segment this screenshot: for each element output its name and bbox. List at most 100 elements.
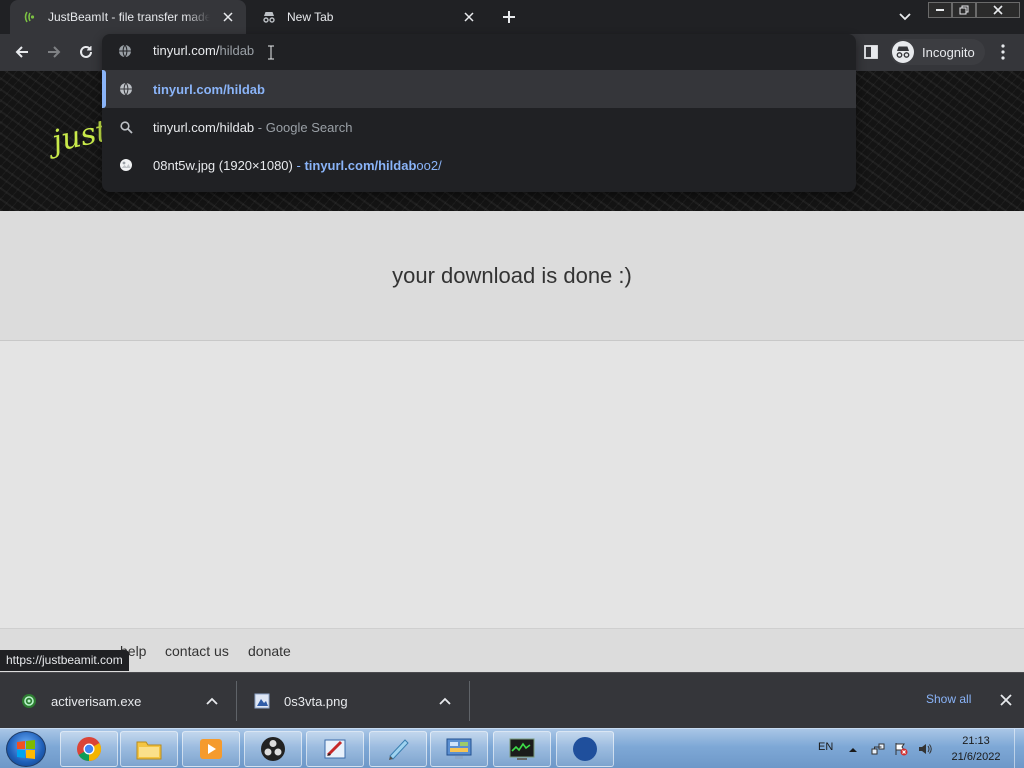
volume-icon[interactable] — [918, 742, 932, 756]
download-filename: 0s3vta.png — [284, 693, 348, 709]
omnibox-dropdown: tinyurl.com/hildab tinyurl.com/hildab ti… — [102, 34, 856, 192]
page-body — [0, 341, 1024, 628]
minimize-icon — [936, 9, 944, 11]
status-band: your download is done :) — [0, 211, 1024, 341]
site-footer: help contact us donate — [0, 628, 1024, 672]
obs-icon — [261, 737, 285, 761]
network-icon[interactable] — [871, 742, 885, 756]
taskbar-media-player[interactable] — [182, 731, 240, 767]
incognito-tab-icon — [261, 9, 277, 25]
clock-time[interactable]: 21:13 — [948, 735, 1004, 747]
reload-icon — [80, 45, 92, 58]
download-filename: activerisam.exe — [51, 693, 142, 709]
close-icon — [993, 5, 1003, 15]
clock-date[interactable]: 21/6/2022 — [944, 751, 1008, 763]
chevron-up-icon[interactable] — [437, 693, 453, 709]
taskbar-task-manager[interactable] — [493, 731, 551, 767]
tab-strip: JustBeamIt - file transfer made easy New… — [0, 0, 1024, 34]
chrome-icon — [77, 737, 102, 761]
address-input[interactable]: tinyurl.com/hildab — [153, 43, 254, 58]
taskbar-file-explorer[interactable] — [120, 731, 178, 767]
restore-button[interactable] — [952, 2, 976, 18]
language-indicator[interactable]: EN — [818, 741, 833, 753]
windows-logo-icon — [17, 740, 35, 759]
download-item[interactable]: activerisam.exe — [20, 679, 232, 723]
shelf-divider — [469, 681, 470, 721]
taskbar-security[interactable] — [556, 731, 614, 767]
search-query: tinyurl.com/hildab — [153, 119, 255, 135]
forward-button[interactable] — [42, 40, 66, 64]
back-button[interactable] — [10, 40, 34, 64]
address-bar[interactable]: tinyurl.com/hildab — [102, 34, 856, 70]
minimize-button[interactable] — [928, 2, 952, 18]
history-url-match: tinyurl.com/hildab — [304, 157, 417, 173]
suggestion-history[interactable]: 08nt5w.jpg (1920×1080) - tinyurl.com/hil… — [102, 146, 856, 184]
chevron-up-icon[interactable] — [204, 693, 220, 709]
task-manager-icon — [509, 738, 535, 760]
tray-overflow-icon[interactable] — [846, 742, 860, 756]
typed-text: tinyurl.com/ — [153, 43, 220, 58]
kebab-menu-icon — [1001, 44, 1005, 60]
action-center-flag-icon[interactable] — [894, 742, 908, 756]
tab-title: New Tab — [287, 10, 334, 24]
close-shelf-icon[interactable] — [997, 691, 1015, 709]
green-app-icon — [20, 692, 38, 710]
footer-link-donate[interactable]: donate — [248, 643, 291, 659]
shield-moon-icon — [573, 737, 597, 761]
side-panel-button[interactable] — [862, 43, 880, 61]
download-done-message: your download is done :) — [392, 263, 632, 288]
browser-menu-button[interactable] — [993, 42, 1013, 62]
taskbar-control-panel[interactable] — [430, 731, 488, 767]
tab-justbeamit[interactable]: JustBeamIt - file transfer made easy — [10, 0, 246, 34]
tab-search-button[interactable] — [896, 8, 914, 26]
download-item[interactable]: 0s3vta.png — [253, 679, 465, 723]
plus-icon — [503, 11, 515, 23]
taskbar-notepad[interactable] — [369, 731, 427, 767]
tab-title: JustBeamIt - file transfer made easy — [48, 10, 210, 24]
footer-link-contact[interactable]: contact us — [165, 643, 229, 659]
chevron-down-icon — [899, 13, 911, 21]
windows-taskbar: EN 21:13 21/6/2022 — [0, 728, 1024, 768]
download-shelf: activerisam.exe 0s3vta.png Show all — [0, 672, 1024, 728]
suggestion-url[interactable]: tinyurl.com/hildab — [102, 70, 856, 108]
globe-icon — [118, 44, 132, 63]
incognito-icon — [892, 41, 914, 63]
incognito-label: Incognito — [922, 44, 975, 60]
restore-icon — [959, 5, 969, 15]
close-tab-icon[interactable] — [218, 7, 238, 27]
window-close-button[interactable] — [976, 2, 1020, 18]
taskbar-chrome[interactable] — [60, 731, 118, 767]
image-favicon-icon — [118, 157, 134, 173]
status-bubble-url: https://justbeamit.com — [0, 650, 129, 671]
search-suffix: - Google Search — [254, 119, 353, 135]
start-button[interactable] — [6, 731, 46, 767]
history-url-rest: oo2/ — [416, 157, 442, 173]
close-tab-icon[interactable] — [459, 7, 479, 27]
suggestion-search[interactable]: tinyurl.com/hildab - Google Search — [102, 108, 856, 146]
history-separator: - — [292, 157, 305, 173]
taskbar-obs[interactable] — [244, 731, 302, 767]
folder-icon — [136, 741, 162, 760]
text-cursor-icon — [268, 45, 274, 60]
inline-autocomplete: hildab — [219, 43, 255, 58]
globe-icon — [118, 81, 134, 97]
notepad-icon — [389, 739, 409, 760]
taskbar-paint[interactable] — [306, 731, 364, 767]
search-icon — [118, 119, 134, 135]
arrow-right-icon — [48, 46, 61, 58]
show-desktop-button[interactable] — [1014, 729, 1024, 768]
new-tab-button[interactable] — [499, 7, 519, 27]
control-panel-icon — [446, 738, 472, 759]
tab-new-tab[interactable]: New Tab — [249, 0, 487, 34]
paint-icon — [324, 739, 346, 759]
incognito-indicator[interactable]: Incognito — [890, 39, 985, 65]
show-all-downloads-link[interactable]: Show all — [926, 692, 971, 706]
media-player-icon — [200, 739, 222, 759]
reload-button[interactable] — [74, 40, 98, 64]
shelf-divider — [236, 681, 237, 721]
history-title: 08nt5w.jpg (1920×1080) — [153, 157, 293, 173]
side-panel-icon — [864, 45, 878, 59]
arrow-left-icon — [15, 46, 28, 58]
justbeamit-favicon-icon — [22, 9, 38, 25]
image-file-icon — [253, 692, 271, 710]
